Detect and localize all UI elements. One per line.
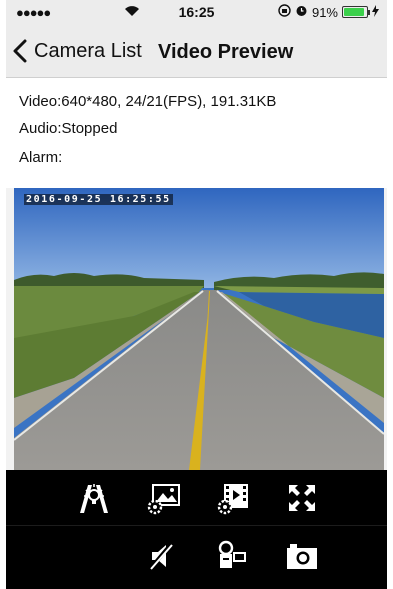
mute-icon (148, 541, 174, 571)
night-vision-icon (80, 484, 108, 513)
stream-info-panel: Video:640*480, 24/21(FPS), 191.31KB Audi… (6, 78, 387, 188)
control-row-primary (6, 470, 387, 526)
video-settings-icon (217, 484, 248, 515)
video-settings-button[interactable] (214, 479, 254, 517)
image-settings-icon (147, 484, 180, 515)
navigation-bar: Camera List Video Preview (6, 24, 387, 78)
fullscreen-button[interactable] (282, 479, 322, 517)
orientation-lock-icon (278, 4, 291, 20)
record-button[interactable] (212, 537, 252, 575)
snapshot-button[interactable] (282, 537, 322, 575)
chevron-left-icon (13, 39, 27, 63)
video-preview[interactable]: 2016-09-25 16:25:55 (14, 188, 384, 470)
alarm-icon (295, 4, 308, 20)
image-settings-button[interactable] (144, 479, 184, 517)
record-icon (218, 540, 246, 568)
battery-icon (342, 6, 370, 18)
control-row-secondary (6, 528, 387, 584)
status-right-group: 91% (278, 4, 379, 20)
battery-percent: 91% (311, 4, 338, 20)
video-frame (14, 188, 384, 470)
alarm-status: Alarm: (19, 149, 63, 166)
snapshot-icon (287, 544, 317, 569)
night-vision-button[interactable] (74, 479, 114, 517)
back-button[interactable]: Camera List (12, 36, 142, 66)
back-button-label: Camera List (34, 39, 142, 62)
video-timestamp-overlay: 2016-09-25 16:25:55 (24, 194, 173, 205)
control-bar (6, 470, 387, 589)
charging-icon (372, 4, 379, 20)
fullscreen-icon (289, 485, 315, 511)
video-info: Video:640*480, 24/21(FPS), 191.31KB (19, 93, 277, 110)
page-title: Video Preview (158, 41, 294, 63)
status-bar: ●●●●● 16:25 91% (6, 0, 387, 24)
audio-status: Audio:Stopped (19, 120, 118, 137)
app-screen: ●●●●● 16:25 91% Camera List Video Previe… (6, 0, 387, 589)
mute-button[interactable] (142, 537, 182, 575)
